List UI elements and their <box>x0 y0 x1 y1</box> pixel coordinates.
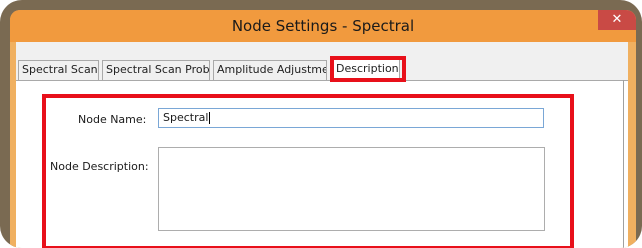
panel-edge <box>623 80 624 248</box>
tab-spectral-scan-probes[interactable]: Spectral Scan Probes <box>102 60 210 80</box>
form-highlight-box <box>42 94 574 248</box>
window-title: Node Settings - Spectral <box>231 17 415 35</box>
tab-spectral-scan[interactable]: Spectral Scan <box>18 60 99 80</box>
title-bar[interactable]: Node Settings - Spectral ✕ <box>10 10 636 42</box>
close-button[interactable]: ✕ <box>598 10 636 30</box>
screenshot-frame: Node Settings - Spectral ✕ Spectral Scan… <box>0 0 642 248</box>
tab-highlight-box <box>330 56 406 82</box>
tab-amplitude-adjustment[interactable]: Amplitude Adjustment <box>213 60 327 80</box>
node-settings-window: Node Settings - Spectral ✕ Spectral Scan… <box>10 10 636 248</box>
close-icon: ✕ <box>611 12 623 27</box>
tab-strip: Spectral Scan Spectral Scan Probes Ampli… <box>16 56 628 80</box>
dialog-client-area: Spectral Scan Spectral Scan Probes Ampli… <box>16 42 628 248</box>
